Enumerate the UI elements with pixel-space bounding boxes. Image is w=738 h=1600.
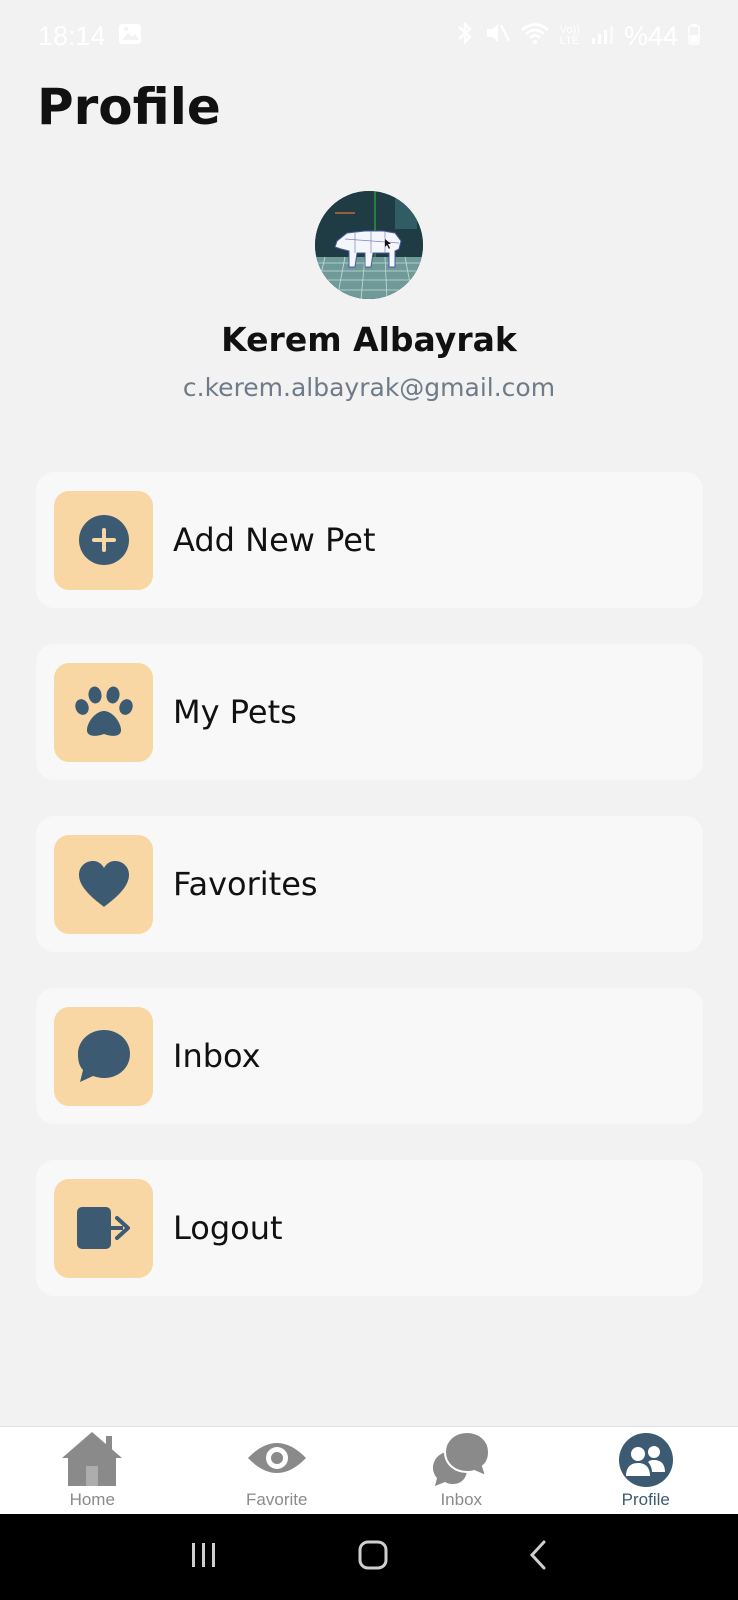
menu-icon-tile	[54, 1006, 153, 1106]
wifi-icon	[520, 21, 550, 52]
menu-icon-tile	[54, 834, 153, 934]
mute-icon	[484, 21, 510, 52]
nav-label: Home	[69, 1490, 115, 1509]
status-left: 18:14	[38, 21, 142, 52]
profile-users-icon	[618, 1433, 673, 1487]
system-nav-bar	[0, 1514, 738, 1600]
nav-label: Inbox	[440, 1490, 483, 1509]
back-system-button[interactable]	[527, 1539, 549, 1575]
bottom-nav: Home Favorite Inbox Profile	[0, 1426, 738, 1514]
status-right: Vo)) LTE %44	[456, 21, 700, 52]
chat-bubble-icon	[77, 1030, 130, 1082]
menu-item-label: My Pets	[173, 693, 297, 731]
logout-icon	[76, 1207, 130, 1249]
home-system-button[interactable]	[357, 1539, 389, 1575]
menu-item-label: Add New Pet	[173, 521, 376, 559]
chat-bubbles-icon	[433, 1430, 491, 1486]
menu-icon-tile	[54, 1178, 153, 1278]
menu-item-label: Logout	[173, 1209, 283, 1247]
avatar[interactable]	[315, 191, 423, 299]
menu-icon-tile	[54, 662, 153, 762]
menu-icon-tile	[54, 490, 153, 590]
menu-item-my-pets[interactable]: My Pets	[36, 644, 703, 780]
avatar-image	[315, 191, 423, 299]
nav-label: Favorite	[246, 1490, 308, 1509]
home-icon	[62, 1432, 123, 1486]
status-bar: 18:14 Vo)) LTE %44	[0, 0, 738, 72]
nav-item-home[interactable]: Home	[0, 1427, 185, 1514]
nav-item-profile[interactable]: Profile	[554, 1427, 738, 1514]
gallery-notification-icon	[118, 21, 142, 52]
network-type-icon: Vo)) LTE	[559, 24, 580, 47]
add-circle-icon	[78, 515, 129, 565]
nav-item-favorite[interactable]: Favorite	[185, 1427, 370, 1514]
signal-icon	[590, 21, 614, 52]
menu-item-logout[interactable]: Logout	[36, 1160, 703, 1296]
menu-item-label: Inbox	[173, 1037, 261, 1075]
paw-icon	[74, 686, 133, 736]
eye-icon	[247, 1443, 306, 1473]
battery-icon	[688, 21, 700, 52]
bluetooth-icon	[456, 20, 474, 52]
user-email: c.kerem.albayrak@gmail.com	[182, 373, 556, 402]
battery-percent: %44	[623, 20, 678, 51]
heart-icon	[78, 861, 129, 907]
nav-item-inbox[interactable]: Inbox	[369, 1427, 554, 1514]
menu-item-add-new-pet[interactable]: Add New Pet	[36, 472, 703, 608]
status-time: 18:14	[38, 20, 106, 51]
nav-label: Profile	[621, 1490, 670, 1509]
recent-apps-button[interactable]	[189, 1541, 219, 1573]
user-name: Kerem Albayrak	[221, 320, 517, 359]
menu-item-favorites[interactable]: Favorites	[36, 816, 703, 952]
page-title: Profile	[37, 78, 221, 136]
menu-item-label: Favorites	[173, 865, 318, 903]
menu-item-inbox[interactable]: Inbox	[36, 988, 703, 1124]
